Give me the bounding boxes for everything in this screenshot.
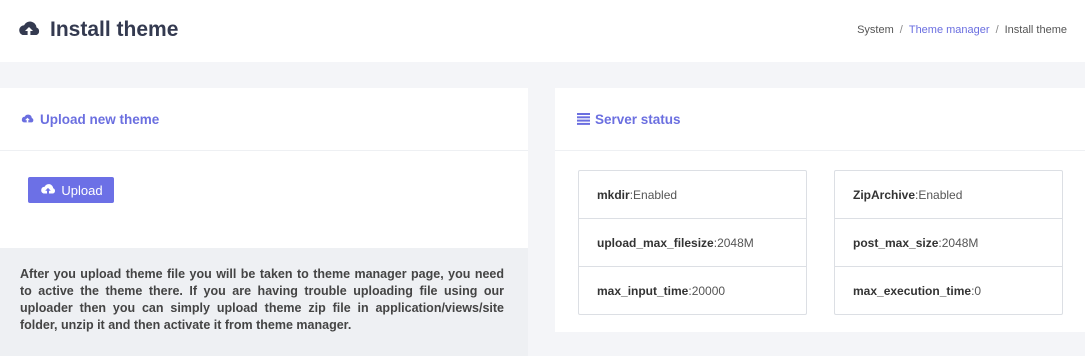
status-value: Enabled	[633, 187, 678, 202]
server-status-list-right: ZipArchive : Enabled post_max_size : 204…	[834, 170, 1063, 315]
status-value: 2048M	[717, 235, 754, 250]
breadcrumb-separator: /	[995, 24, 999, 36]
cloud-upload-icon	[41, 184, 56, 194]
breadcrumb: System / Theme manager / Install theme	[857, 24, 1067, 36]
upload-button-label: Upload	[61, 182, 103, 198]
status-key: upload_max_filesize	[597, 235, 714, 250]
status-key: mkdir	[597, 187, 630, 202]
breadcrumb-separator: /	[899, 24, 903, 36]
status-row: mkdir : Enabled	[579, 171, 806, 219]
page-title: Install theme	[16, 17, 178, 43]
status-row: post_max_size : 2048M	[835, 219, 1062, 267]
cloud-upload-icon	[21, 114, 34, 122]
upload-card-title: Upload new theme	[40, 111, 160, 127]
upload-note: After you upload theme file you will be …	[0, 248, 528, 356]
cloud-upload-icon	[19, 21, 40, 35]
status-value: Enabled	[918, 187, 963, 202]
page-title-text: Install theme	[50, 18, 179, 41]
status-key: ZipArchive	[853, 187, 916, 202]
status-row: ZipArchive : Enabled	[835, 171, 1062, 219]
upload-theme-card: Upload new theme Upload After you upload…	[0, 88, 528, 356]
server-card-header: Server status	[555, 88, 1085, 151]
upload-card-header: Upload new theme	[0, 88, 528, 151]
breadcrumb-theme-manager[interactable]: Theme manager	[909, 24, 990, 36]
status-value: 2048M	[941, 235, 979, 250]
upload-button[interactable]: Upload	[28, 177, 114, 203]
upload-area: Upload	[0, 151, 528, 249]
status-key: max_execution_time	[853, 283, 972, 298]
breadcrumb-install-theme: Install theme	[1004, 24, 1067, 36]
server-status-card: Server status mkdir : Enabled upload_max…	[555, 88, 1085, 332]
status-key: max_input_time	[597, 283, 689, 298]
status-value: 20000	[691, 283, 726, 298]
server-status-list-left: mkdir : Enabled upload_max_filesize : 20…	[578, 170, 807, 315]
top-bar: Install theme System / Theme manager / I…	[0, 0, 1085, 62]
list-icon	[577, 113, 590, 125]
status-key: post_max_size	[853, 235, 939, 250]
breadcrumb-system[interactable]: System	[857, 24, 894, 36]
status-row: max_input_time : 20000	[579, 267, 806, 314]
server-card-title: Server status	[595, 111, 681, 127]
status-value: 0	[974, 283, 982, 298]
status-row: upload_max_filesize : 2048M	[579, 219, 806, 267]
status-row: max_execution_time : 0	[835, 267, 1062, 314]
